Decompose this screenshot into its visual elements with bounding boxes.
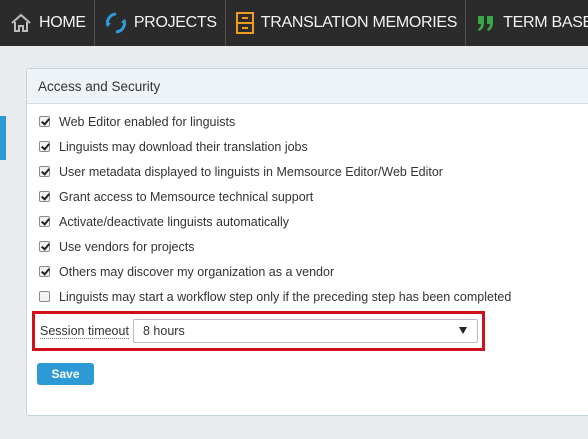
session-timeout-value: 8 hours — [143, 324, 185, 338]
option-label: Activate/deactivate linguists automatica… — [59, 214, 289, 229]
session-timeout-highlight: Session timeout 8 hours — [32, 311, 485, 351]
term-bases-icon — [476, 13, 496, 33]
checkbox[interactable] — [39, 141, 50, 152]
option-discover-vendor[interactable]: Others may discover my organization as a… — [39, 259, 511, 284]
access-security-panel: Access and Security Web Editor enabled f… — [26, 68, 588, 416]
option-label: Linguists may download their translation… — [59, 139, 308, 154]
option-workflow-step[interactable]: Linguists may start a workflow step only… — [39, 284, 511, 309]
projects-icon — [105, 12, 127, 34]
top-navigation: HOME PROJECTS TRANSLATION MEMORIES TERM … — [0, 0, 588, 46]
nav-label-projects: PROJECTS — [133, 14, 217, 31]
options-list: Web Editor enabled for linguists Linguis… — [39, 109, 511, 309]
save-button[interactable]: Save — [37, 363, 94, 385]
panel-title: Access and Security — [27, 69, 588, 104]
left-accent-bar — [0, 116, 6, 160]
checkbox[interactable] — [39, 241, 50, 252]
translation-memories-icon — [235, 12, 254, 34]
option-label: Use vendors for projects — [59, 239, 195, 254]
option-web-editor[interactable]: Web Editor enabled for linguists — [39, 109, 511, 134]
option-label: Grant access to Memsource technical supp… — [59, 189, 314, 204]
option-activate-linguists[interactable]: Activate/deactivate linguists automatica… — [39, 209, 511, 234]
nav-label-home: HOME — [39, 14, 86, 31]
option-label: Others may discover my organization as a… — [59, 264, 335, 279]
checkbox[interactable] — [39, 216, 50, 227]
option-technical-support[interactable]: Grant access to Memsource technical supp… — [39, 184, 511, 209]
checkbox[interactable] — [39, 166, 50, 177]
checkbox[interactable] — [39, 191, 50, 202]
option-label: Web Editor enabled for linguists — [59, 114, 236, 129]
option-use-vendors[interactable]: Use vendors for projects — [39, 234, 511, 259]
checkbox[interactable] — [39, 291, 50, 302]
dropdown-arrow-icon — [459, 327, 467, 334]
session-timeout-select[interactable]: 8 hours — [133, 319, 478, 343]
nav-item-term-bases[interactable]: TERM BASES — [466, 0, 588, 46]
nav-label-translation-memories: TRANSLATION MEMORIES — [260, 14, 458, 31]
checkbox[interactable] — [39, 266, 50, 277]
checkbox[interactable] — [39, 116, 50, 127]
option-label: User metadata displayed to linguists in … — [59, 164, 443, 179]
nav-label-term-bases: TERM BASES — [503, 14, 588, 31]
option-label: Linguists may start a workflow step only… — [59, 289, 512, 304]
nav-item-home[interactable]: HOME — [0, 0, 95, 46]
option-download-jobs[interactable]: Linguists may download their translation… — [39, 134, 511, 159]
option-user-metadata[interactable]: User metadata displayed to linguists in … — [39, 159, 511, 184]
nav-item-projects[interactable]: PROJECTS — [95, 0, 226, 46]
session-timeout-label: Session timeout — [40, 323, 129, 339]
nav-item-translation-memories[interactable]: TRANSLATION MEMORIES — [226, 0, 467, 46]
home-icon — [10, 13, 32, 33]
page-content: Access and Security Web Editor enabled f… — [0, 46, 588, 439]
